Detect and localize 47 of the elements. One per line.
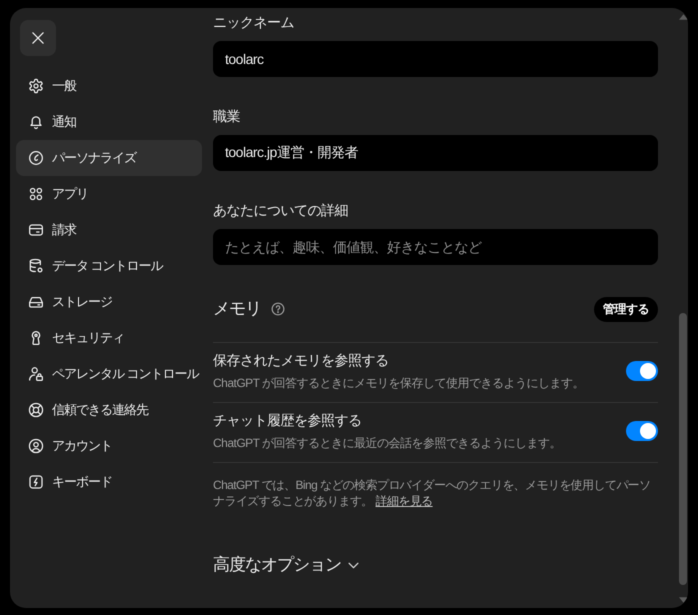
- scroll-down-arrow-icon[interactable]: [678, 597, 688, 603]
- database-gear-icon: [28, 258, 44, 274]
- toggle-switch[interactable]: [626, 361, 658, 381]
- advanced-options-toggle[interactable]: 高度なオプション: [213, 553, 359, 577]
- learn-more-link[interactable]: 詳細を見る: [376, 494, 433, 508]
- sidebar-item[interactable]: データ コントロール: [16, 248, 202, 284]
- manage-button[interactable]: 管理する: [594, 296, 658, 322]
- sidebar-item[interactable]: キーボード: [16, 464, 202, 500]
- sidebar-item[interactable]: 通知: [16, 104, 202, 140]
- card-icon: [28, 222, 44, 238]
- gear-icon: [28, 78, 44, 94]
- sidebar-item[interactable]: セキュリティ: [16, 320, 202, 356]
- lifebuoy-icon: [28, 402, 44, 418]
- input-field[interactable]: toolarc.jp運営・開発者: [213, 135, 658, 171]
- scroll-up-arrow-icon[interactable]: [678, 14, 688, 20]
- setting-description: ChatGPT が回答するときに最近の会話を参照できるようにします。: [213, 435, 562, 452]
- help-icon[interactable]: [271, 302, 285, 316]
- sidebar-item[interactable]: パーソナライズ: [16, 140, 202, 176]
- lightning-square-icon: [28, 474, 44, 490]
- sidebar-item[interactable]: ペアレンタル コントロール: [16, 356, 202, 392]
- input-field[interactable]: toolarc: [213, 41, 658, 77]
- bell-icon: [28, 114, 44, 130]
- sidebar-item[interactable]: 請求: [16, 212, 202, 248]
- close-icon: [32, 32, 44, 44]
- section-title: メモリ: [213, 298, 261, 320]
- memory-note: ChatGPT では、Bing などの検索プロバイダーへのクエリを、メモリを使用してパーソナライズすることがあります。 詳細を見る: [213, 477, 652, 509]
- swirl-circle-icon: [28, 150, 44, 166]
- setting-title: 保存されたメモリを参照する: [213, 351, 390, 370]
- sidebar-item[interactable]: ストレージ: [16, 284, 202, 320]
- four-circles-icon: [28, 186, 44, 202]
- person-lock-icon: [28, 366, 44, 382]
- setting-description: ChatGPT が回答するときにメモリを保存して使用できるようにします。: [213, 375, 586, 392]
- field-label: 職業: [213, 107, 241, 126]
- field-label: あなたについての詳細: [213, 201, 349, 220]
- person-circle-icon: [28, 438, 44, 454]
- sidebar-item[interactable]: アプリ: [16, 176, 202, 212]
- setting-title: チャット履歴を参照する: [213, 411, 362, 430]
- scrollbar-thumb[interactable]: [679, 313, 687, 585]
- sidebar-item[interactable]: 信頼できる連絡先: [16, 392, 202, 428]
- drive-icon: [28, 294, 44, 310]
- sidebar-item[interactable]: アカウント: [16, 428, 202, 464]
- sidebar-item[interactable]: 一般: [16, 68, 202, 104]
- field-label: ニックネーム: [213, 13, 295, 32]
- close-button[interactable]: [20, 20, 56, 56]
- chevron-down-icon: [348, 562, 359, 568]
- input-field[interactable]: たとえば、趣味、価値観、好きなことなど: [213, 229, 658, 265]
- toggle-switch[interactable]: [626, 421, 658, 441]
